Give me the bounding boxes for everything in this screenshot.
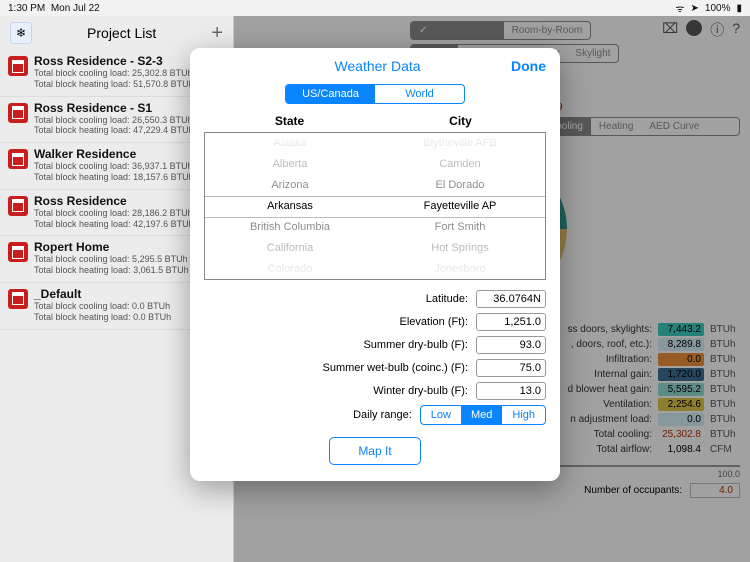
modal-backdrop[interactable]: Weather Data Done US/Canada World State …	[0, 0, 750, 562]
weather-modal: Weather Data Done US/Canada World State …	[190, 48, 560, 481]
state-header: State	[204, 114, 375, 128]
location-picker[interactable]: AlaskaAlbertaArizonaArkansasBritish Colu…	[204, 132, 546, 280]
map-it-button[interactable]: Map It	[329, 437, 420, 465]
done-button[interactable]: Done	[511, 58, 546, 74]
elevation-input[interactable]	[476, 313, 546, 331]
region-segment[interactable]: US/Canada World	[285, 84, 465, 104]
daily-range-segment[interactable]: Low Med High	[420, 405, 546, 425]
winter-dry-input[interactable]	[476, 382, 546, 400]
latitude-input[interactable]	[476, 290, 546, 308]
city-header: City	[375, 114, 546, 128]
modal-title: Weather Data	[244, 58, 511, 74]
summer-wet-input[interactable]	[476, 359, 546, 377]
summer-dry-input[interactable]	[476, 336, 546, 354]
